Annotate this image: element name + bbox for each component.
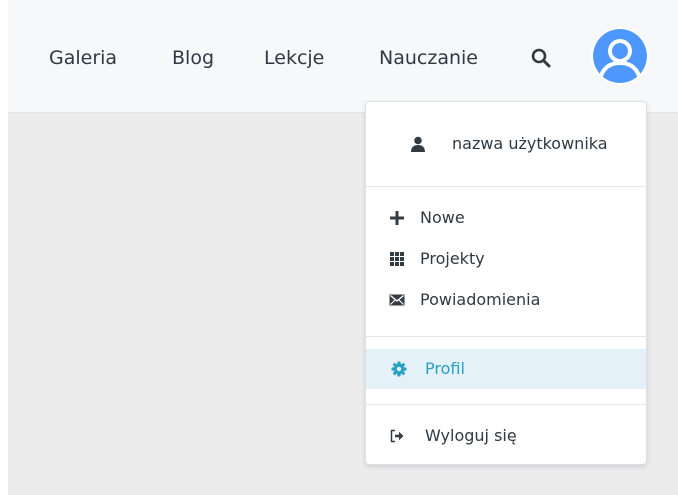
gear-icon (391, 361, 407, 377)
search-icon[interactable] (529, 46, 553, 70)
nav-link-galeria[interactable]: Galeria (49, 43, 117, 73)
menu-item-projects[interactable]: Projekty (366, 240, 646, 278)
envelope-icon (389, 292, 405, 308)
user-dropdown-menu: nazwa użytkownika Nowe Projekty Powiadom… (365, 101, 647, 465)
menu-item-label: Nowe (420, 208, 465, 227)
dropdown-divider (366, 186, 646, 187)
plus-icon (389, 210, 405, 226)
logout-icon (389, 428, 405, 444)
nav-link-lekcje[interactable]: Lekcje (264, 43, 324, 73)
dropdown-divider (366, 404, 646, 405)
top-navbar: Galeria Blog Lekcje Nauczanie (8, 0, 678, 113)
username-label: nazwa użytkownika (452, 134, 608, 153)
menu-item-label: Projekty (420, 249, 485, 268)
dropdown-divider (366, 336, 646, 337)
menu-item-profile[interactable]: Profil (366, 349, 646, 389)
menu-item-label: Powiadomienia (420, 290, 541, 309)
menu-item-new[interactable]: Nowe (366, 199, 646, 237)
user-icon (410, 136, 426, 152)
grid-icon (389, 251, 405, 267)
menu-item-notifications[interactable]: Powiadomienia (366, 281, 646, 319)
dropdown-username[interactable]: nazwa użytkownika (366, 125, 646, 163)
menu-item-label: Wyloguj się (425, 426, 517, 445)
user-avatar-icon[interactable] (591, 27, 649, 85)
nav-link-nauczanie[interactable]: Nauczanie (379, 43, 478, 73)
nav-link-blog[interactable]: Blog (172, 43, 214, 73)
menu-item-logout[interactable]: Wyloguj się (366, 417, 646, 455)
menu-item-label: Profil (425, 359, 465, 378)
